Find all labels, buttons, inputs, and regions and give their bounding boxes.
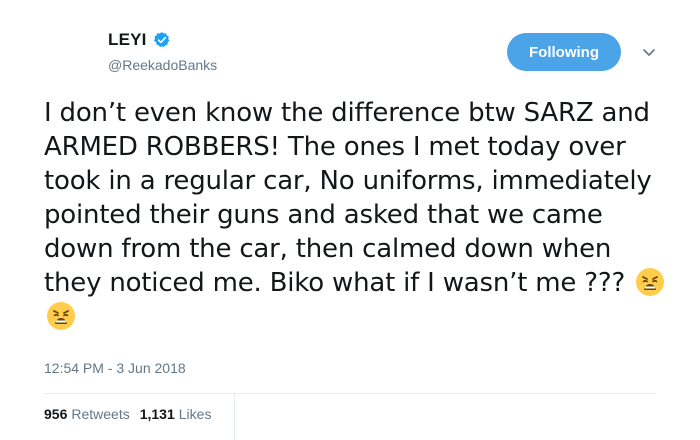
- user-handle[interactable]: @ReekadoBanks: [108, 57, 217, 73]
- tweet-header: LEYI @ReekadoBanks Following: [0, 0, 700, 90]
- tweet-body: I don’t even know the difference btw SAR…: [44, 98, 652, 298]
- avatar[interactable]: [42, 24, 90, 72]
- display-name[interactable]: LEYI: [108, 30, 147, 50]
- retweets-label: Retweets: [71, 406, 130, 422]
- divider: [44, 393, 656, 394]
- stats-separator: [234, 394, 235, 440]
- tweet-stats: 956 Retweets 1,131 Likes: [44, 406, 221, 422]
- verified-badge-icon: [153, 31, 171, 49]
- likes-stat[interactable]: 1,131 Likes: [140, 406, 212, 422]
- retweets-stat[interactable]: 956 Retweets: [44, 406, 130, 422]
- likes-count: 1,131: [139, 406, 175, 422]
- likes-label: Likes: [178, 406, 212, 422]
- following-button[interactable]: Following: [507, 33, 621, 71]
- name-row: LEYI: [108, 30, 171, 50]
- chevron-down-icon[interactable]: [641, 44, 657, 60]
- retweets-count: 956: [44, 406, 68, 422]
- weary-face-emoji-icon: [635, 267, 665, 297]
- tweet-text: I don’t even know the difference btw SAR…: [44, 96, 674, 334]
- tweet-timestamp[interactable]: 12:54 PM - 3 Jun 2018: [44, 360, 186, 376]
- weary-face-emoji-icon: [46, 301, 76, 331]
